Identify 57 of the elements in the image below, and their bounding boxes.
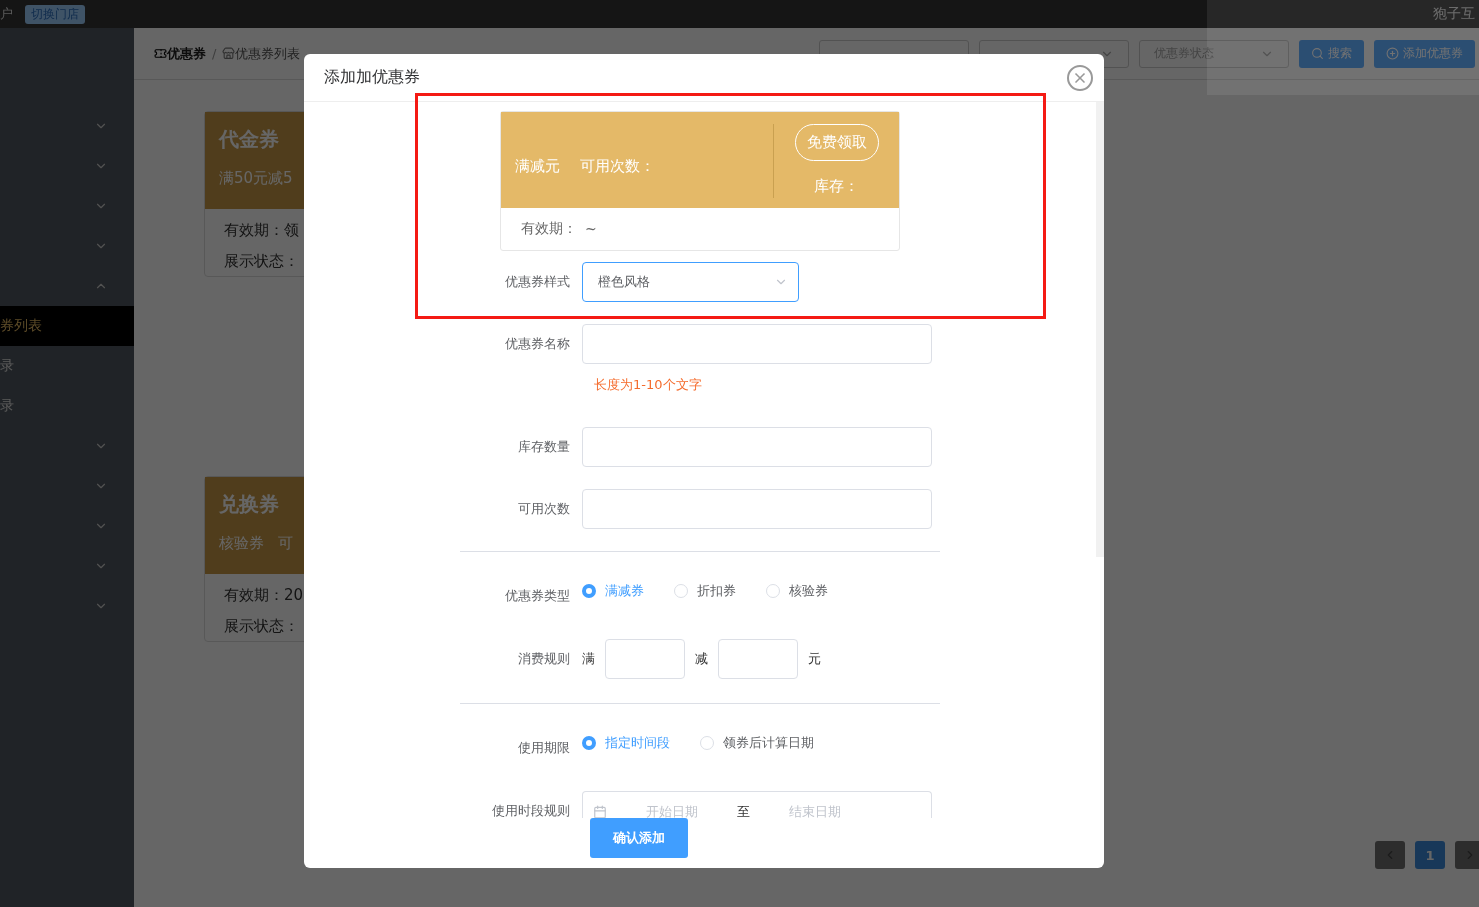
style-select[interactable]: 橙色风格	[582, 262, 799, 302]
brand-name: 狍子互	[1433, 5, 1475, 23]
field-label: 使用时段规则	[491, 802, 571, 818]
field-label: 优惠券类型	[504, 587, 571, 605]
radio-dot[interactable]	[582, 584, 596, 598]
card-subtitle: 满50元减5	[219, 169, 293, 188]
field-label: 消费规则	[517, 650, 571, 668]
radio-dot[interactable]	[582, 736, 596, 750]
radio-option[interactable]: 折扣券	[674, 582, 736, 600]
input-field[interactable]	[582, 427, 932, 467]
plus-circle-icon	[1386, 47, 1399, 60]
preview-value: ~	[585, 221, 597, 237]
radio-option[interactable]: 指定时间段	[582, 734, 670, 752]
card-title: 代金券	[219, 126, 280, 153]
preview-text: 可用次数：	[580, 157, 655, 176]
field-label: 使用期限	[517, 739, 571, 757]
next-page-button[interactable]	[1455, 841, 1479, 869]
hint-text: 长度为1-10个文字	[594, 376, 703, 394]
card-text: 有效期：领	[224, 221, 300, 240]
rule-text: 减	[695, 650, 708, 668]
breadcrumb-item[interactable]: 优惠券列表	[235, 44, 301, 63]
card-text: 展示状态：	[224, 617, 300, 636]
input-field[interactable]	[582, 489, 932, 529]
amount-field[interactable]	[605, 639, 685, 679]
amount-field[interactable]	[718, 639, 798, 679]
preview-label: 有效期：	[521, 220, 577, 238]
confirm-button[interactable]: 确认添加	[590, 818, 688, 858]
card-subtitle: 核验券	[219, 534, 264, 553]
input-field[interactable]	[582, 324, 932, 364]
ticket-icon	[154, 47, 167, 60]
close-button[interactable]	[1067, 64, 1093, 91]
card-text: 展示状态：	[224, 252, 300, 271]
field-label: 优惠券名称	[504, 335, 571, 353]
field-label: 优惠券样式	[504, 273, 571, 291]
radio-option[interactable]: 领券后计算日期	[700, 734, 814, 752]
radio-option[interactable]: 核验券	[766, 582, 828, 600]
field-label: 可用次数	[517, 500, 571, 518]
dialog-title: 添加加优惠券	[324, 67, 420, 88]
search-button[interactable]: 搜索	[1299, 39, 1364, 68]
previous-page-button[interactable]	[1375, 841, 1405, 869]
field-label: 库存数量	[517, 438, 571, 456]
page-button[interactable]: 1	[1415, 841, 1445, 869]
breadcrumb-separator: /	[212, 46, 217, 61]
radio-option[interactable]: 满减券	[582, 582, 644, 600]
card-title: 兑换券	[219, 491, 280, 518]
preview-text: 库存：	[814, 177, 859, 196]
rule-text: 满	[582, 650, 595, 668]
calendar-icon	[593, 804, 607, 818]
sidebar-item[interactable]: 券列表	[0, 306, 134, 346]
user-text: 户	[0, 5, 13, 23]
preview-text: 满减元	[515, 157, 560, 176]
search-icon	[1311, 47, 1324, 60]
card-text: 有效期：20	[224, 586, 305, 605]
rule-text: 元	[808, 650, 821, 668]
store-icon	[222, 47, 236, 60]
card-subtitle: 可	[278, 534, 293, 553]
breadcrumb-item[interactable]: 优惠券	[167, 44, 206, 63]
